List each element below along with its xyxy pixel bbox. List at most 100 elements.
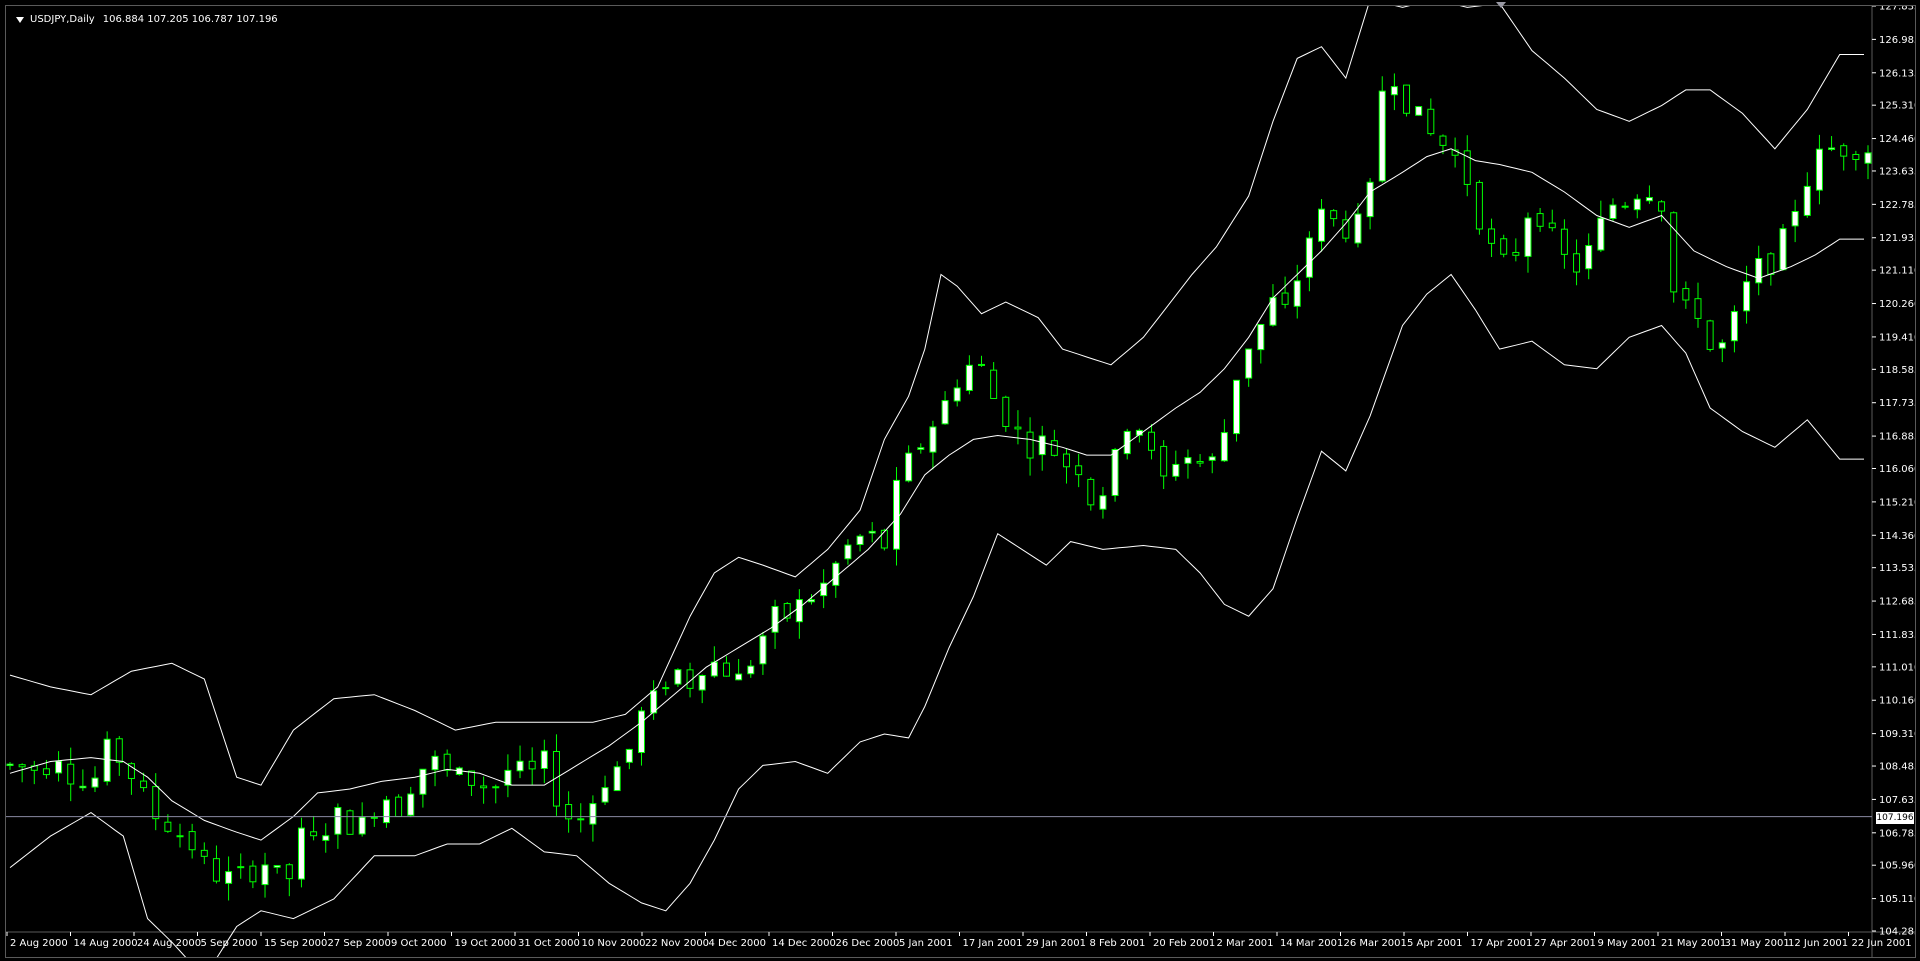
- candle-bull: [953, 387, 961, 402]
- candle-bull: [1415, 106, 1423, 116]
- candle-bull: [1245, 348, 1253, 379]
- price-tick-label: 116.060: [1879, 464, 1915, 475]
- candle-bull: [917, 447, 925, 450]
- candle-bear: [1439, 135, 1447, 146]
- price-tick-label: 115.210: [1879, 497, 1915, 508]
- price-tick-label: 107.635: [1879, 795, 1915, 806]
- candle-bull: [540, 750, 548, 769]
- candle-bear: [370, 816, 378, 819]
- price-tick-label: 122.785: [1879, 200, 1915, 211]
- price-tick-label: 110.160: [1879, 696, 1915, 707]
- bollinger-upper-line: [9, 6, 1864, 786]
- candle-bear: [990, 369, 998, 399]
- candle-bull: [710, 661, 718, 677]
- candle-bear: [1148, 431, 1156, 451]
- candle-bear: [1840, 145, 1848, 157]
- candle-bear: [152, 786, 160, 820]
- candle-bull: [297, 827, 305, 880]
- candle-bear: [1196, 460, 1204, 464]
- time-tick-label: 15 Sep 2000: [264, 938, 327, 949]
- candle-bull: [832, 562, 840, 586]
- price-tick-label: 116.885: [1879, 432, 1915, 443]
- time-tick-label: 5 Jan 2001: [899, 938, 953, 949]
- candle-bear: [1670, 212, 1678, 293]
- candle-bull: [1755, 258, 1763, 284]
- candle-bull: [965, 364, 973, 391]
- price-chart[interactable]: 127.835 126.985 126.135 125.310 124.460 123.6…: [6, 6, 1915, 957]
- candle-bull: [382, 799, 390, 824]
- candle-bear: [1706, 320, 1714, 350]
- price-tick-label: 105.110: [1879, 894, 1915, 905]
- candle-bear: [662, 687, 670, 690]
- time-tick-label: 17 Jan 2001: [963, 938, 1023, 949]
- candle-bull: [1524, 217, 1532, 257]
- candle-bull: [516, 760, 524, 772]
- time-tick-label: 14 Mar 2001: [1280, 938, 1343, 949]
- candle-bull: [492, 786, 500, 789]
- time-tick-label: 8 Feb 2001: [1090, 938, 1146, 949]
- candle-bear: [1512, 251, 1520, 256]
- time-tick-label: 14 Dec 2000: [772, 938, 836, 949]
- candle-bull: [1633, 198, 1641, 211]
- price-axis: 127.835 126.985 126.135 125.310 124.460 123.6…: [1872, 6, 1915, 938]
- candle-bull: [1621, 205, 1629, 208]
- candle-bear: [310, 831, 318, 837]
- candle-bear: [1330, 210, 1338, 220]
- candle-bull: [613, 766, 621, 792]
- price-tick-label: 111.010: [1879, 662, 1915, 673]
- candle-bull: [795, 599, 803, 623]
- time-tick-label: 31 Oct 2000: [518, 938, 580, 949]
- chart-shift-marker-icon[interactable]: [1496, 2, 1506, 8]
- price-tick-label: 123.635: [1879, 166, 1915, 177]
- price-tick-label: 118.585: [1879, 365, 1915, 376]
- candle-bull: [407, 793, 415, 816]
- caret-down-icon[interactable]: [16, 17, 24, 23]
- candle-bull: [1803, 185, 1811, 216]
- candle-bull: [1645, 197, 1653, 202]
- candle-bear: [1002, 396, 1010, 427]
- candle-bear: [1548, 222, 1556, 229]
- candle-bear: [1560, 228, 1568, 255]
- time-tick-label: 22 Jun 2001: [1852, 938, 1912, 949]
- candle-bull: [1354, 213, 1362, 244]
- candle-bull: [1390, 86, 1398, 96]
- time-tick-label: 10 Nov 2000: [582, 938, 646, 949]
- candle-bull: [1815, 148, 1823, 191]
- candle-bull: [1293, 280, 1301, 307]
- price-tick-label: 124.460: [1879, 134, 1915, 145]
- candle-bull: [868, 530, 876, 534]
- price-tick-label: 125.310: [1879, 101, 1915, 112]
- candle-bear: [1536, 213, 1544, 227]
- candle-bull: [261, 864, 269, 886]
- current-price-tag: 107.196: [1876, 812, 1914, 824]
- candle-bear: [176, 835, 184, 838]
- candle-bull: [905, 452, 913, 482]
- time-tick-label: 20 Feb 2001: [1153, 938, 1215, 949]
- candle-bear: [115, 738, 123, 763]
- price-tick-label: 106.785: [1879, 828, 1915, 839]
- candle-bull: [1743, 281, 1751, 312]
- candle-bull: [1791, 211, 1799, 227]
- candle-bull: [1208, 456, 1216, 461]
- price-tick-label: 108.485: [1879, 762, 1915, 773]
- candle-bear: [577, 818, 585, 821]
- candle-bear: [200, 849, 208, 857]
- price-tick-label: 104.285: [1879, 927, 1915, 938]
- candle-bear: [978, 363, 986, 366]
- candle-bear: [346, 810, 354, 835]
- time-tick-label: 17 Apr 2001: [1471, 938, 1533, 949]
- candle-bear: [880, 529, 888, 549]
- candle-bull: [1366, 181, 1374, 218]
- price-tick-label: 120.260: [1879, 299, 1915, 310]
- candle-bear: [188, 831, 196, 851]
- time-tick-label: 21 May 2001: [1661, 938, 1726, 949]
- candle-bull: [322, 835, 330, 841]
- time-tick-label: 2 Mar 2001: [1217, 938, 1274, 949]
- time-tick-label: 27 Apr 2001: [1534, 938, 1596, 949]
- chart-window[interactable]: 127.835 126.985 126.135 125.310 124.460 123.6…: [5, 5, 1916, 958]
- time-tick-label: 2 Aug 2000: [10, 938, 68, 949]
- candle-bear: [1087, 478, 1095, 506]
- candle-bear: [1026, 431, 1034, 459]
- time-tick-label: 26 Mar 2001: [1344, 938, 1407, 949]
- candle-bull: [1257, 323, 1265, 351]
